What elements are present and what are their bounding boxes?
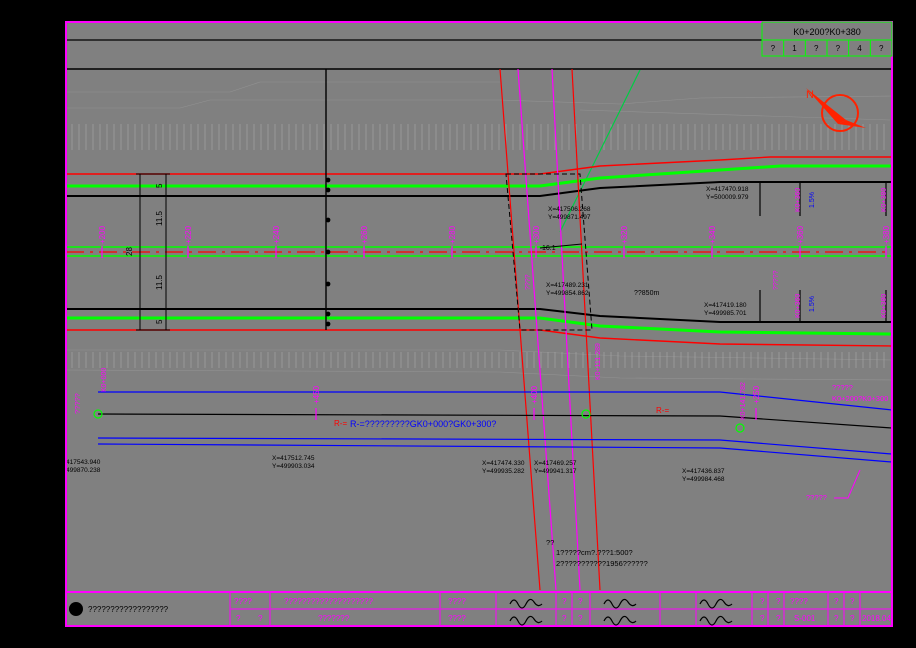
- title-row1-cell: ?: [850, 597, 855, 606]
- top-station-label: +280: [448, 225, 457, 244]
- notes-head: ??: [546, 538, 554, 547]
- title-row1-cell: ????????????????????: [284, 597, 374, 606]
- coord-c2-y: Y=500009.979: [706, 194, 749, 201]
- title-row2-cell: S-001: [794, 614, 816, 623]
- top-station-label: +220: [184, 225, 193, 244]
- pole-label-4: K0+380: [881, 294, 888, 318]
- arrow-label: K0+000: [101, 368, 108, 392]
- top-station-label: +340: [708, 225, 717, 244]
- title-row2-cell: ?: [258, 614, 263, 623]
- bottom-station-label: +450: [312, 385, 321, 404]
- top-station-label: +240: [272, 225, 281, 244]
- title-row1-cell: ????: [790, 597, 808, 606]
- title-block: ????????????????????????????????????????…: [65, 591, 893, 627]
- title-row2-cell: ?: [850, 614, 855, 623]
- dim-strip-bot: 5: [155, 319, 164, 324]
- title-left-caption: ??????????????????: [88, 605, 169, 614]
- title-row1-cell: ????: [234, 597, 252, 606]
- coord-c4-y: Y=499985.701: [704, 310, 747, 317]
- bottom-station-label: +400: [530, 385, 539, 404]
- coord-c7-x: X=417469.257: [534, 460, 577, 467]
- coord-c5-x: X=417512.745: [272, 455, 315, 462]
- coord-c1-x: X=417506.268: [548, 206, 591, 213]
- coord-c3-y: Y=499854.862: [546, 290, 589, 297]
- coord-c8-x: X=417436.837: [682, 468, 725, 475]
- coord-c3-x: X=417489.231: [546, 282, 589, 289]
- coord-c2-x: X=417470.918: [706, 186, 749, 193]
- coord-c6-x: X=417474.330: [482, 460, 525, 467]
- mid-station-label-2: K0+141.782: [740, 382, 747, 420]
- pole-label-2: K0+360: [795, 294, 802, 318]
- sheet-cell: 4: [857, 44, 862, 53]
- drawing-area: [66, 22, 892, 626]
- pole-label-1: K0+360: [795, 188, 802, 212]
- rad-left-label: ?????: [773, 270, 780, 290]
- sheet-block: ? 1?? 4? K0+200?K0+380: [761, 21, 893, 57]
- question-right-label: ?????: [832, 383, 853, 392]
- title-row1-cell: ?: [776, 597, 781, 606]
- dim-half-upper: 11.5: [155, 210, 164, 226]
- company-logo-icon: [69, 602, 83, 616]
- sheet-range-label: K0+200?K0+380: [793, 27, 861, 37]
- radius-label-1: R-=: [334, 419, 347, 428]
- title-row1-cell: ?: [834, 597, 839, 606]
- coord-c9-x: 417543.940: [66, 459, 101, 466]
- sheet-cell: ?: [836, 44, 841, 53]
- title-row1-cell: ?: [760, 597, 765, 606]
- title-row2-cell: ?: [578, 614, 583, 623]
- slope-note-b: 1.5%: [809, 296, 816, 312]
- coord-c4-x: X=417419.180: [704, 302, 747, 309]
- coord-c5-y: Y=499903.034: [272, 463, 315, 470]
- sheet-cell: ?: [771, 44, 776, 53]
- title-row2-cell: ?: [562, 614, 567, 623]
- coord-c8-y: Y=499984.468: [682, 476, 725, 483]
- top-station-label: +200: [98, 225, 107, 244]
- coord-c7-y: Y=499941.317: [534, 468, 577, 475]
- cad-drawing-canvas: N 28 11.5 11.5 5 5 16.1 +200 +220 +240 +…: [0, 0, 916, 648]
- title-row2-cell: ????: [448, 614, 466, 623]
- question-left-label: ?????: [73, 393, 82, 414]
- sheet-cell: 1: [792, 44, 797, 53]
- title-row1-cell: ?: [562, 597, 567, 606]
- dim-small: 16.1: [542, 245, 556, 252]
- dim-total: 28: [125, 247, 134, 256]
- title-row1-cell: ????: [448, 597, 466, 606]
- bottom-station-label: +250: [752, 385, 761, 404]
- dim-half-lower: 11.5: [155, 274, 164, 290]
- top-station-label: +260: [360, 225, 369, 244]
- top-station-label: +320: [620, 225, 629, 244]
- title-row2-cell: ?: [834, 614, 839, 623]
- range-right-label: K0+200?K0+300: [832, 394, 888, 403]
- pole-label-3: K0+380: [881, 188, 888, 212]
- radius-label-2: R-=: [656, 406, 669, 415]
- question-mid-label: ????: [525, 274, 532, 290]
- top-station-label: +380: [882, 225, 891, 244]
- notes-line-2: 2???????????1956??????: [556, 559, 648, 568]
- dim-strip-top: 5: [155, 183, 164, 188]
- title-row2-cell: ?: [760, 614, 765, 623]
- coord-c6-y: Y=499935.282: [482, 468, 525, 475]
- mid-station-label: K0+111.289: [595, 343, 602, 380]
- question-bottom-label: ?????: [806, 493, 827, 502]
- side-road-name: R-=?????????GK0+000?GK0+300?: [350, 419, 496, 429]
- north-label: N: [806, 89, 814, 101]
- title-row2-cell: 2018.04: [862, 614, 891, 623]
- distance-label: ??850m: [634, 290, 659, 297]
- top-station-label: +360: [796, 225, 805, 244]
- title-row2-cell: ?: [776, 614, 781, 623]
- slope-note-a: 1.5%: [809, 192, 816, 208]
- top-station-label: +300: [532, 225, 541, 244]
- title-row1-cell: ?: [578, 597, 583, 606]
- sheet-cell: ?: [814, 44, 819, 53]
- sheet-cell: ?: [879, 44, 884, 53]
- notes-line-1: 1?????cm?.???1:500?: [556, 548, 633, 557]
- title-row2-cell: ?: [236, 614, 241, 623]
- coord-c9-y: 499870.238: [66, 467, 101, 474]
- title-row2-cell: ???????: [318, 614, 350, 623]
- coord-c1-y: Y=499871.497: [548, 214, 591, 221]
